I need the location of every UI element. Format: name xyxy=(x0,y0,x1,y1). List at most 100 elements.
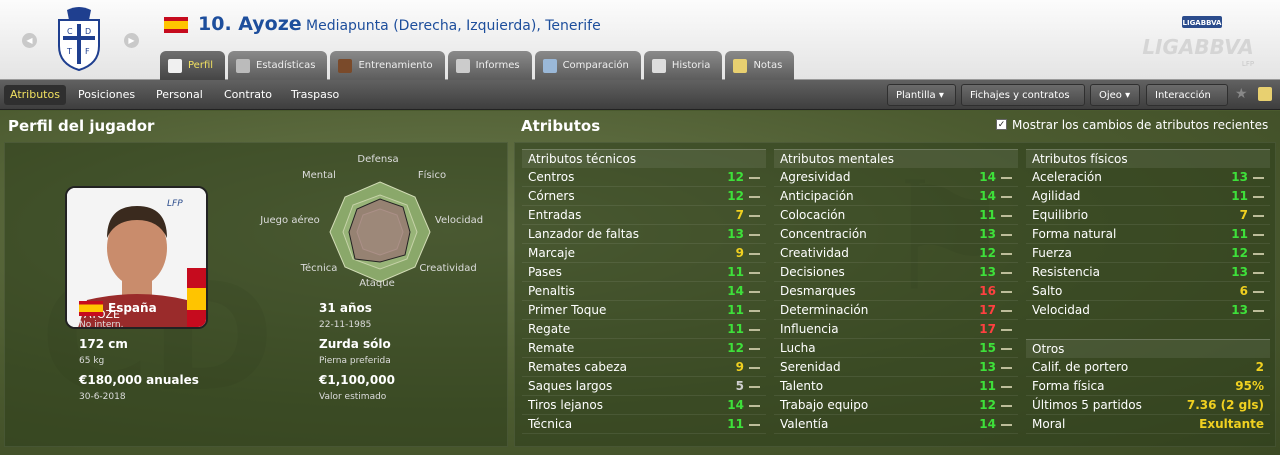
attribute-row[interactable]: Equilibrio 7 xyxy=(1026,206,1270,225)
preferred-foot-label: Pierna preferida xyxy=(319,356,391,366)
attribute-row[interactable]: Determinación 17 xyxy=(774,301,1018,320)
attribute-row[interactable]: Concentración 13 xyxy=(774,225,1018,244)
attribute-row[interactable]: Saques largos 5 xyxy=(522,377,766,396)
attribute-name: Centros xyxy=(528,170,575,184)
attribute-value: 7 xyxy=(735,208,744,222)
attribute-row[interactable]: Calif. de portero 2 xyxy=(1026,358,1270,377)
attribute-row[interactable]: Influencia 17 xyxy=(774,320,1018,339)
tab-ball[interactable]: Entrenamiento xyxy=(330,51,445,80)
tab-stats[interactable]: Estadísticas xyxy=(228,51,328,80)
fichajes-dropdown[interactable]: Fichajes y contratos ▾ xyxy=(961,84,1085,123)
attribute-row[interactable]: Fuerza 12 xyxy=(1026,244,1270,263)
attribute-name: Talento xyxy=(780,379,824,393)
subnav-personal[interactable]: Personal xyxy=(150,85,209,105)
no-change-icon xyxy=(1253,196,1264,198)
subnav-contrato[interactable]: Contrato xyxy=(218,85,278,105)
attribute-row[interactable]: Trabajo equipo 12 xyxy=(774,396,1018,415)
attribute-row[interactable]: Anticipación 14 xyxy=(774,187,1018,206)
player-position-club[interactable]: Mediapunta (Derecha, Izquierda), Tenerif… xyxy=(306,18,601,34)
attribute-row[interactable]: Serenidad 13 xyxy=(774,358,1018,377)
ojeo-dropdown[interactable]: Ojeo ▾ xyxy=(1090,84,1140,106)
age: 31 años xyxy=(319,301,372,315)
attribute-row[interactable]: Moral Exultante xyxy=(1026,415,1270,434)
subnav-posiciones[interactable]: Posiciones xyxy=(72,85,141,105)
attribute-value: 12 xyxy=(727,170,744,184)
attribute-row[interactable]: Resistencia 13 xyxy=(1026,263,1270,282)
tab-compare[interactable]: Comparación xyxy=(534,51,641,80)
add-note-icon[interactable] xyxy=(1258,87,1272,101)
tab-notes[interactable]: Notas xyxy=(725,51,795,80)
tab-profile[interactable]: Perfil xyxy=(160,51,226,80)
show-changes-label[interactable]: Mostrar los cambios de atributos recient… xyxy=(1012,118,1268,132)
attribute-row[interactable]: Marcaje 9 xyxy=(522,244,766,263)
profile-title: Perfil del jugador xyxy=(8,117,155,135)
attribute-row[interactable]: Agresividad 14 xyxy=(774,168,1018,187)
attribute-value: 11 xyxy=(727,265,744,279)
attribute-row[interactable]: Forma física 95% xyxy=(1026,377,1270,396)
radar-label-creatividad: Creatividad xyxy=(419,263,477,274)
no-change-icon xyxy=(1253,234,1264,236)
attribute-row[interactable]: Agilidad 11 xyxy=(1026,187,1270,206)
no-change-icon xyxy=(749,177,760,179)
radar-label-ataque: Ataque xyxy=(359,278,395,289)
attribute-name: Agresividad xyxy=(780,170,851,184)
weight: 65 kg xyxy=(79,356,105,366)
tab-report[interactable]: Informes xyxy=(447,51,532,80)
nationality[interactable]: España xyxy=(108,301,157,315)
svg-text:F: F xyxy=(85,47,90,56)
attribute-row[interactable]: Forma natural 11 xyxy=(1026,225,1270,244)
attribute-row[interactable]: Aceleración 13 xyxy=(1026,168,1270,187)
league-logo: LIGABBVA LIGABBVA LFP xyxy=(1138,14,1258,74)
physical-list: Aceleración 13 Agilidad 11 Equilibrio 7 Forma … xyxy=(1026,168,1270,320)
back-arrow-icon[interactable]: ◀ xyxy=(22,33,37,48)
radar-label-defensa: Defensa xyxy=(357,154,399,165)
attribute-row[interactable]: Pases 11 xyxy=(522,263,766,282)
main-content: CD ⚑ Perfil del jugador LFP AYOZE Defens… xyxy=(0,111,1280,455)
attribute-row[interactable]: Lucha 15 xyxy=(774,339,1018,358)
interaccion-dropdown[interactable]: Interacción ▾ xyxy=(1146,84,1228,123)
mental-attributes: Atributos mentales Agresividad 14 Anticipa… xyxy=(774,149,1018,434)
attribute-name: Últimos 5 partidos xyxy=(1032,398,1142,412)
plantilla-dropdown[interactable]: Plantilla ▾ xyxy=(887,84,956,106)
spain-flag-icon xyxy=(79,301,103,316)
attribute-value: 9 xyxy=(735,360,744,374)
tab-history[interactable]: Historia xyxy=(643,51,723,80)
attribute-row[interactable]: Lanzador de faltas 13 xyxy=(522,225,766,244)
forward-arrow-icon[interactable]: ▶ xyxy=(124,33,139,48)
other-attributes: Otros Calif. de portero 2 Forma física 95% Ú… xyxy=(1026,339,1270,434)
attribute-name: Resistencia xyxy=(1032,265,1100,279)
attribute-row[interactable]: Desmarques 16 xyxy=(774,282,1018,301)
no-change-icon xyxy=(749,386,760,388)
attribute-row[interactable]: Córners 12 xyxy=(522,187,766,206)
attribute-row[interactable]: Colocación 11 xyxy=(774,206,1018,225)
attribute-row[interactable]: Centros 12 xyxy=(522,168,766,187)
radar-label-juego-aereo: Juego aéreo xyxy=(260,215,320,226)
no-change-icon xyxy=(1001,177,1012,179)
attribute-row[interactable]: Salto 6 xyxy=(1026,282,1270,301)
attribute-name: Serenidad xyxy=(780,360,841,374)
subnav-traspaso[interactable]: Traspaso xyxy=(285,85,345,105)
attribute-row[interactable]: Decisiones 13 xyxy=(774,263,1018,282)
attribute-name: Valentía xyxy=(780,417,829,431)
attribute-row[interactable]: Talento 11 xyxy=(774,377,1018,396)
attribute-row[interactable]: Entradas 7 xyxy=(522,206,766,225)
subnav-atributos[interactable]: Atributos xyxy=(4,85,66,105)
others-title: Otros xyxy=(1026,339,1270,358)
attribute-value: 7 xyxy=(1239,208,1248,222)
attribute-row[interactable]: Creatividad 12 xyxy=(774,244,1018,263)
attribute-row[interactable]: Tiros lejanos 14 xyxy=(522,396,766,415)
attribute-row[interactable]: Últimos 5 partidos 7.36 (2 gls) xyxy=(1026,396,1270,415)
attribute-row[interactable]: Penaltis 14 xyxy=(522,282,766,301)
attribute-value: 95% xyxy=(1235,379,1264,393)
profile-tabs: Perfil Estadísticas Entrenamiento Informes C… xyxy=(160,51,795,80)
attribute-row[interactable]: Primer Toque 11 xyxy=(522,301,766,320)
show-changes-checkbox[interactable]: ✓ xyxy=(996,119,1007,130)
attribute-row[interactable]: Regate 11 xyxy=(522,320,766,339)
attribute-row[interactable]: Remate 12 xyxy=(522,339,766,358)
attribute-row[interactable]: Velocidad 13 xyxy=(1026,301,1270,320)
star-icon[interactable]: ★ xyxy=(1235,86,1248,102)
attribute-row[interactable]: Técnica 11 xyxy=(522,415,766,434)
attribute-row[interactable]: Remates cabeza 9 xyxy=(522,358,766,377)
attribute-value: 5 xyxy=(735,379,744,393)
attribute-row[interactable]: Valentía 14 xyxy=(774,415,1018,434)
